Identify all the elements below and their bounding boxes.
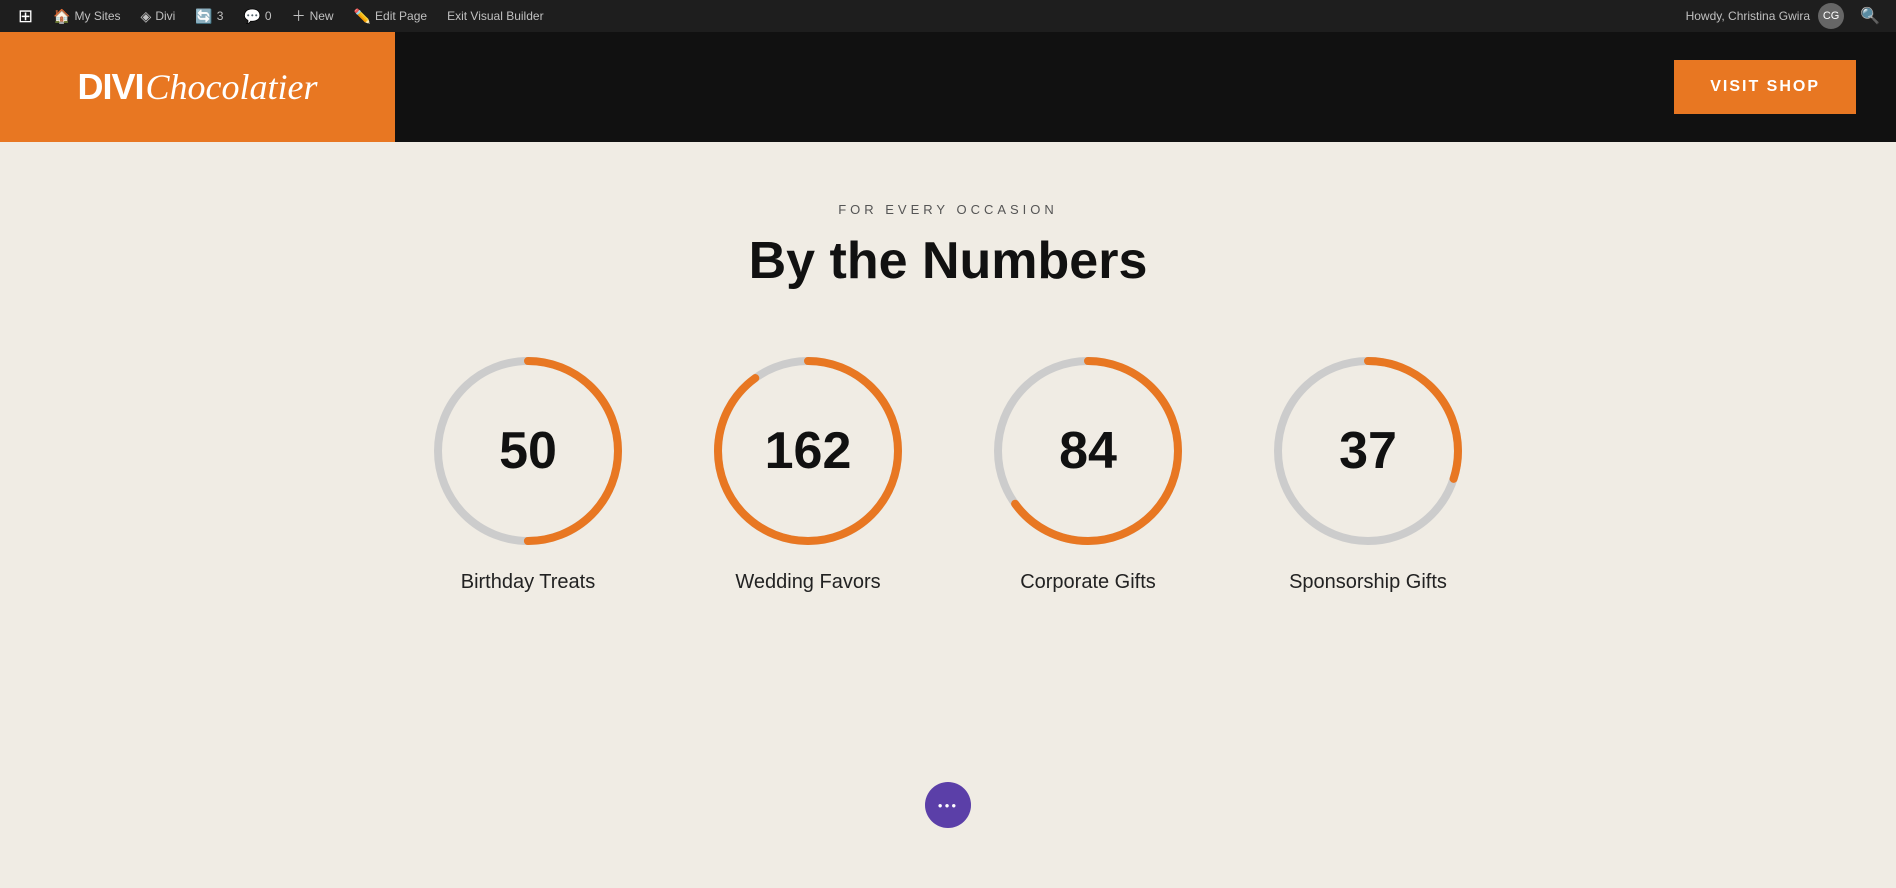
stat-label: Birthday Treats xyxy=(461,571,596,594)
stat-label: Sponsorship Gifts xyxy=(1289,571,1447,594)
user-avatar[interactable]: CG xyxy=(1818,3,1844,29)
comments-menu[interactable]: 💬 0 xyxy=(233,0,281,32)
stat-item: 162 Wedding Favors xyxy=(708,351,908,594)
stat-item: 37 Sponsorship Gifts xyxy=(1268,351,1468,594)
stat-circle-wrap: 162 xyxy=(708,351,908,551)
divi-menu[interactable]: ◈ Divi xyxy=(131,0,186,32)
site-logo[interactable]: DIVI Chocolatier xyxy=(78,66,318,108)
stat-number: 162 xyxy=(765,421,852,481)
section-subtitle: FOR EVERY OCCASION xyxy=(838,202,1058,217)
stat-circle-wrap: 50 xyxy=(428,351,628,551)
stat-circle-wrap: 84 xyxy=(988,351,1188,551)
search-icon[interactable]: 🔍 xyxy=(1852,6,1888,26)
floating-action-button[interactable]: ●●● xyxy=(925,782,971,828)
logo-divi: DIVI xyxy=(78,66,144,108)
stat-number: 50 xyxy=(499,421,557,481)
site-header: DIVI Chocolatier VISIT SHOP xyxy=(0,32,1896,142)
my-sites-menu[interactable]: 🏠 My Sites xyxy=(43,0,130,32)
new-menu[interactable]: ＋ New xyxy=(282,0,344,32)
visit-shop-button[interactable]: VISIT SHOP xyxy=(1674,60,1856,114)
logo-chocolatier: Chocolatier xyxy=(146,66,318,108)
logo-area: DIVI Chocolatier xyxy=(0,32,395,142)
stats-row: 50 Birthday Treats 162 Wedding Favors xyxy=(428,351,1468,594)
admin-bar-right: Howdy, Christina Gwira CG 🔍 xyxy=(1686,3,1888,29)
admin-bar: ⊞ 🏠 My Sites ◈ Divi 🔄 3 💬 0 ＋ New ✏️ Edi… xyxy=(0,0,1896,32)
exit-visual-builder-link[interactable]: Exit Visual Builder xyxy=(437,0,554,32)
stat-item: 84 Corporate Gifts xyxy=(988,351,1188,594)
stat-circle-wrap: 37 xyxy=(1268,351,1468,551)
stat-number: 37 xyxy=(1339,421,1397,481)
wordpress-logo[interactable]: ⊞ xyxy=(8,0,43,32)
stat-label: Wedding Favors xyxy=(735,571,880,594)
nav-area: VISIT SHOP xyxy=(395,32,1896,142)
stat-number: 84 xyxy=(1059,421,1117,481)
stat-label: Corporate Gifts xyxy=(1020,571,1156,594)
edit-page-link[interactable]: ✏️ Edit Page xyxy=(344,0,437,32)
section-title: By the Numbers xyxy=(749,231,1148,291)
stat-item: 50 Birthday Treats xyxy=(428,351,628,594)
updates-menu[interactable]: 🔄 3 xyxy=(185,0,233,32)
main-content: FOR EVERY OCCASION By the Numbers 50 Bir… xyxy=(0,142,1896,724)
